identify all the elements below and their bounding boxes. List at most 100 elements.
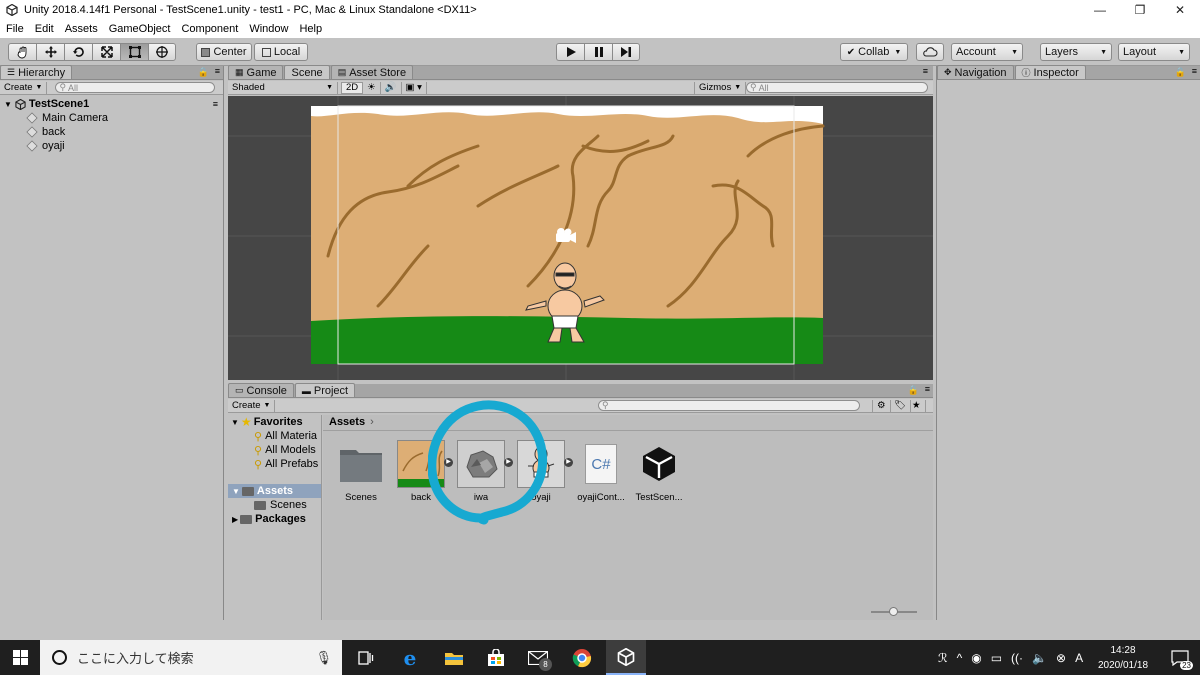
hand-tool-icon[interactable] <box>8 43 36 61</box>
favorite-item[interactable]: ⚲ All Models <box>254 443 316 457</box>
asset-item-testscene[interactable]: TestScen... <box>631 440 687 503</box>
menu-window[interactable]: Window <box>249 23 288 35</box>
mail-icon[interactable]: 8 <box>518 640 558 675</box>
slider-handle[interactable] <box>889 607 898 616</box>
lighting-toggle-icon[interactable]: ☀ <box>363 81 381 94</box>
hierarchy-search-input[interactable]: ⚲ All <box>55 82 216 93</box>
lock-icon[interactable]: 🔒 <box>908 385 919 396</box>
battery-icon[interactable]: ▭ <box>991 651 1002 665</box>
expand-sprite-arrow-icon[interactable]: ▶ <box>564 458 573 467</box>
favorite-item[interactable]: ⚲ All Materia <box>254 429 317 443</box>
unity-taskbar-icon[interactable] <box>606 640 646 675</box>
microphone-icon[interactable]: 🎙 <box>315 650 332 666</box>
scene-menu-icon[interactable]: ≡ <box>213 99 218 109</box>
menu-file[interactable]: File <box>6 23 24 35</box>
breadcrumb-assets[interactable]: Assets <box>329 416 365 428</box>
tab-scene[interactable]: Scene <box>284 65 330 79</box>
shading-mode-dropdown[interactable]: Shaded ▼ <box>228 81 338 94</box>
notification-center-icon[interactable]: 23 <box>1160 640 1200 675</box>
gizmos-dropdown[interactable]: Gizmos ▼ <box>694 81 747 94</box>
layers-dropdown[interactable]: Layers ▼ <box>1040 43 1112 61</box>
menu-component[interactable]: Component <box>181 23 238 35</box>
clock[interactable]: 14:28 2020/01/18 <box>1090 643 1156 673</box>
tab-hierarchy[interactable]: ☰ Hierarchy <box>0 65 73 79</box>
store-bag-icon[interactable] <box>476 640 516 675</box>
panel-menu-icon[interactable]: ≡ <box>215 66 220 76</box>
chrome-icon[interactable] <box>562 640 602 675</box>
windows-start-icon[interactable] <box>0 640 40 675</box>
ime-mode-icon[interactable]: A <box>1075 651 1083 665</box>
transform-tool-icon[interactable] <box>148 43 176 61</box>
asset-item-scenes[interactable]: Scenes <box>333 440 389 503</box>
tab-game[interactable]: ▦ Game <box>228 65 284 79</box>
shading-label: Shaded <box>232 82 265 93</box>
filter-by-type-icon[interactable]: ⚙ <box>872 399 891 412</box>
panel-menu-icon[interactable]: ≡ <box>925 384 930 394</box>
step-icon[interactable] <box>612 43 640 61</box>
audio-toggle-icon[interactable]: 🔊 <box>381 81 402 94</box>
scene-viewport[interactable] <box>228 96 933 380</box>
panel-menu-icon[interactable]: ≡ <box>1192 66 1197 76</box>
favorite-item[interactable]: ⚲ All Prefabs <box>254 457 318 471</box>
collab-button[interactable]: ✔ Collab ▼ <box>840 43 908 61</box>
scale-tool-icon[interactable] <box>92 43 120 61</box>
favorites-row[interactable]: ▼ ★ Favorites <box>231 415 303 429</box>
scene-canvas[interactable] <box>228 96 933 380</box>
rotate-tool-icon[interactable] <box>64 43 92 61</box>
lock-icon[interactable]: 🔒 <box>1175 67 1186 78</box>
tab-project[interactable]: ▬ Project <box>294 383 356 397</box>
hierarchy-create-button[interactable]: Create ▼ <box>0 81 48 94</box>
collapse-arrow-icon[interactable]: ▶ <box>232 515 238 524</box>
file-explorer-icon[interactable] <box>434 640 474 675</box>
tab-asset-store[interactable]: ▤ Asset Store <box>330 65 414 79</box>
2d-toggle-button[interactable]: 2D <box>341 81 364 94</box>
expand-arrow-icon[interactable]: ▼ <box>232 487 240 496</box>
menu-gameobject[interactable]: GameObject <box>109 23 171 35</box>
asset-item-oyaji-controller[interactable]: C# oyajiCont... <box>573 440 629 503</box>
pivot-center-button[interactable]: Center <box>196 43 252 61</box>
maximize-button[interactable]: ❐ <box>1120 0 1160 20</box>
chevron-up-icon[interactable]: ^ <box>957 651 963 665</box>
move-tool-icon[interactable] <box>36 43 64 61</box>
minimize-button[interactable]: — <box>1080 0 1120 20</box>
hierarchy-item[interactable]: oyaji <box>26 139 65 153</box>
menu-edit[interactable]: Edit <box>35 23 54 35</box>
people-icon[interactable]: ℛ <box>938 651 948 665</box>
close-button[interactable]: ✕ <box>1160 0 1200 20</box>
layout-dropdown[interactable]: Layout ▼ <box>1118 43 1190 61</box>
scene-search-input[interactable]: ⚲ All <box>746 82 928 93</box>
account-dropdown[interactable]: Account ▼ <box>951 43 1023 61</box>
wifi-icon[interactable]: ((· <box>1011 651 1023 665</box>
menu-help[interactable]: Help <box>299 23 322 35</box>
edge-browser-icon[interactable]: e <box>390 640 430 675</box>
tab-inspector[interactable]: ⓘ Inspector <box>1014 65 1086 79</box>
scene-root-row[interactable]: ▼ TestScene1 ≡ <box>0 97 223 111</box>
project-create-button[interactable]: Create ▼ <box>228 399 276 412</box>
task-view-icon[interactable] <box>346 640 386 675</box>
record-icon[interactable]: ◉ <box>971 651 981 665</box>
cloud-button[interactable] <box>916 43 944 61</box>
panel-menu-icon[interactable]: ≡ <box>923 66 928 76</box>
menu-assets[interactable]: Assets <box>65 23 98 35</box>
packages-folder-row[interactable]: ▶ Packages <box>232 512 306 526</box>
assets-folder-row[interactable]: ▼ Assets <box>228 484 321 498</box>
scenes-folder-row[interactable]: Scenes <box>254 498 307 512</box>
expand-arrow-icon[interactable]: ▼ <box>4 100 12 109</box>
hierarchy-item[interactable]: Main Camera <box>26 111 108 125</box>
favorite-star-icon[interactable]: ★ <box>908 399 926 412</box>
volume-icon[interactable]: 🔈 <box>1032 651 1047 665</box>
space-local-button[interactable]: Local <box>254 43 308 61</box>
effects-toggle-icon[interactable]: ▣ ▾ <box>402 81 427 94</box>
lock-icon[interactable]: 🔒 <box>198 67 209 78</box>
ime-x-icon[interactable]: ⊗ <box>1056 651 1066 665</box>
taskbar-search-input[interactable]: ここに入力して検索 🎙 <box>40 640 342 675</box>
rect-tool-icon[interactable] <box>120 43 148 61</box>
tab-console[interactable]: ▭ Console <box>228 383 294 397</box>
project-search-input[interactable]: ⚲ <box>598 400 860 411</box>
play-icon[interactable] <box>556 43 584 61</box>
pause-icon[interactable] <box>584 43 612 61</box>
tab-navigation[interactable]: ✥ Navigation <box>937 65 1014 79</box>
expand-arrow-icon[interactable]: ▼ <box>231 418 239 427</box>
hierarchy-item[interactable]: back <box>26 125 65 139</box>
scene-tabbar: ▦ Game Scene ▤ Asset Store ≡ <box>228 65 933 80</box>
